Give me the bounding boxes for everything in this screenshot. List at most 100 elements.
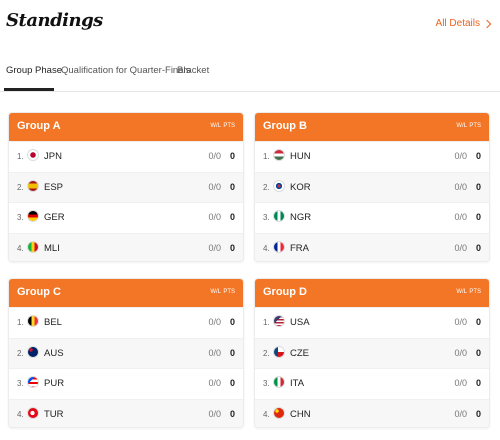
points: 0	[229, 347, 235, 358]
table-row[interactable]: 2. AUS 0/0 0	[9, 337, 243, 368]
team-code: CZE	[290, 347, 309, 359]
win-loss: 0/0	[454, 317, 467, 327]
win-loss: 0/0	[454, 347, 467, 358]
points: 0	[229, 181, 235, 192]
group-a-header: Group A W/L PTS	[9, 113, 243, 141]
spain-flag-icon	[27, 179, 39, 192]
win-loss: 0/0	[454, 212, 467, 222]
wl-column-header: W/L	[456, 123, 467, 129]
pts-column-header: PTS	[469, 289, 481, 295]
win-loss: 0/0	[208, 151, 221, 161]
rank: 2.	[263, 182, 270, 192]
table-row[interactable]: 1. USA 0/0 0	[255, 307, 489, 338]
pts-column-header: PTS	[223, 289, 235, 295]
group-c-header: Group C W/L PTS	[9, 279, 243, 307]
table-row[interactable]: 2. CZE 0/0 0	[255, 337, 489, 368]
team-code: ESP	[44, 181, 64, 193]
points: 0	[475, 317, 481, 327]
nigeria-flag-icon	[273, 210, 285, 222]
group-b-header: Group B W/L PTS	[255, 113, 489, 141]
rank: 3.	[17, 379, 24, 388]
table-row[interactable]: 2. KOR 0/0 0	[255, 171, 489, 202]
rank: 1.	[17, 152, 24, 161]
table-row[interactable]: 3. NGR 0/0 0	[255, 202, 489, 233]
table-row[interactable]: 4. MLI 0/0 0	[9, 232, 243, 261]
rank: 2.	[263, 348, 270, 358]
turkey-flag-icon	[27, 406, 39, 419]
hungary-flag-icon	[273, 149, 285, 161]
rank: 1.	[263, 152, 270, 161]
points: 0	[229, 378, 235, 388]
rank: 3.	[17, 213, 24, 222]
active-tab-indicator	[4, 88, 54, 91]
rank: 4.	[17, 243, 24, 253]
chevron-right-icon	[482, 19, 492, 28]
wl-column-header: W/L	[456, 289, 467, 295]
team-code: ITA	[290, 378, 305, 389]
points: 0	[475, 408, 481, 419]
win-loss: 0/0	[208, 181, 221, 192]
table-row[interactable]: 4. FRA 0/0 0	[255, 232, 489, 261]
team-code: BEL	[44, 317, 62, 328]
group-a-title: Group A	[17, 120, 61, 132]
rank: 2.	[17, 182, 24, 192]
table-row[interactable]: 3. ITA 0/0 0	[255, 368, 489, 399]
puerto-rico-flag-icon	[27, 376, 39, 388]
germany-flag-icon	[27, 210, 39, 222]
rank: 2.	[17, 348, 24, 358]
table-row[interactable]: 3. PUR 0/0 0	[9, 368, 243, 399]
win-loss: 0/0	[454, 242, 467, 253]
win-loss: 0/0	[454, 408, 467, 419]
table-row[interactable]: 1. JPN 0/0 0	[9, 141, 243, 172]
points: 0	[229, 317, 235, 327]
team-code: PUR	[44, 378, 65, 389]
group-b-card: Group B W/L PTS 1. HUN 0/0 0 2. KOR 0/0 …	[254, 112, 490, 262]
group-c-card: Group C W/L PTS 1. BEL 0/0 0 2. AUS 0/0 …	[8, 278, 244, 428]
rank: 4.	[263, 409, 270, 419]
team-code: GER	[44, 212, 65, 223]
pts-column-header: PTS	[223, 123, 235, 129]
group-d-header: Group D W/L PTS	[255, 279, 489, 307]
italy-flag-icon	[273, 376, 285, 388]
win-loss: 0/0	[208, 242, 221, 253]
mali-flag-icon	[27, 240, 39, 253]
group-d-title: Group D	[263, 286, 307, 298]
usa-flag-icon	[273, 315, 285, 327]
korea-flag-icon	[273, 179, 285, 192]
wl-column-header: W/L	[210, 289, 221, 295]
czechia-flag-icon	[273, 345, 285, 358]
all-details-link[interactable]: All Details	[436, 18, 492, 29]
group-a-card: Group A W/L PTS 1. JPN 0/0 0 2. ESP 0/0 …	[8, 112, 244, 262]
tab-qualification-quarter-finals[interactable]: Qualification for Quarter-Finals	[61, 65, 190, 76]
win-loss: 0/0	[208, 378, 221, 388]
team-code: MLI	[44, 242, 60, 254]
points: 0	[475, 212, 481, 222]
rank: 3.	[263, 379, 270, 388]
table-row[interactable]: 4. CHN 0/0 0	[255, 398, 489, 427]
france-flag-icon	[273, 240, 285, 253]
table-row[interactable]: 1. HUN 0/0 0	[255, 141, 489, 172]
team-code: HUN	[290, 151, 311, 162]
win-loss: 0/0	[454, 378, 467, 388]
rank: 3.	[263, 213, 270, 222]
points: 0	[475, 347, 481, 358]
table-row[interactable]: 2. ESP 0/0 0	[9, 171, 243, 202]
team-code: NGR	[290, 212, 312, 223]
win-loss: 0/0	[208, 212, 221, 222]
team-code: JPN	[44, 151, 62, 162]
points: 0	[229, 242, 235, 253]
belgium-flag-icon	[27, 315, 39, 327]
group-b-title: Group B	[263, 120, 307, 132]
japan-flag-icon	[27, 149, 39, 161]
tab-group-phase[interactable]: Group Phase	[6, 65, 62, 76]
tab-bracket[interactable]: Bracket	[177, 65, 209, 76]
team-code: USA	[290, 317, 310, 328]
win-loss: 0/0	[208, 317, 221, 327]
china-flag-icon	[273, 406, 285, 419]
table-row[interactable]: 4. TUR 0/0 0	[9, 398, 243, 427]
team-code: FRA	[290, 242, 309, 254]
team-code: CHN	[290, 408, 311, 420]
table-row[interactable]: 1. BEL 0/0 0	[9, 307, 243, 338]
points: 0	[229, 212, 235, 222]
table-row[interactable]: 3. GER 0/0 0	[9, 202, 243, 233]
